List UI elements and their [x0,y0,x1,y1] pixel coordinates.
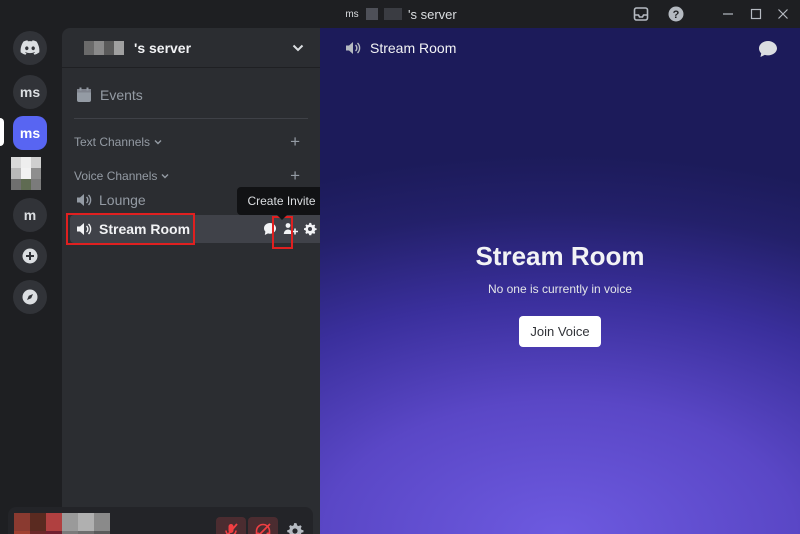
join-voice-button[interactable]: Join Voice [519,316,601,347]
blurred-server-icon[interactable] [11,157,41,190]
svg-text:?: ? [673,9,680,21]
highlight-box-channel [66,213,195,245]
voice-channel-title: Stream Room [475,241,645,271]
voice-status-text: No one is currently in voice [487,282,633,296]
highlight-box-invite [272,216,293,249]
voice-channels-category[interactable]: Voice Channels + [74,166,308,186]
discord-home-button[interactable] [13,31,47,65]
add-server-button[interactable] [13,239,47,273]
settings-gear-icon [287,523,304,534]
minimize-icon[interactable] [718,4,738,24]
discord-window: ms 's server ? ms ms m 's server Events … [0,0,800,534]
add-channel-icon[interactable]: + [290,132,300,152]
server-ms-2[interactable]: ms [13,116,47,150]
deafen-button[interactable] [248,517,278,534]
voice-channel-view: Stream Room Stream Room No one is curren… [320,28,800,534]
compass-icon [22,289,38,305]
muted-microphone-icon [225,523,238,534]
server-name: 's server [134,39,192,56]
chevron-down-icon [161,174,169,179]
settings-gear-icon[interactable] [302,221,318,237]
blurred-username [366,8,378,20]
window-title: ms 's server [344,6,457,22]
server-ms-1[interactable]: ms [13,75,47,109]
discord-logo-icon [20,40,40,55]
events-item[interactable]: Events [74,80,308,110]
text-channels-category[interactable]: Text Channels + [74,132,308,152]
calendar-icon [77,87,91,102]
close-icon[interactable] [773,4,793,24]
speaker-icon [346,42,361,54]
maximize-icon[interactable] [746,4,766,24]
blurred-username [384,8,402,20]
server-m[interactable]: m [13,198,47,232]
category-label: Voice Channels [74,169,158,183]
category-label: Text Channels [74,135,151,149]
server-header[interactable]: 's server [62,28,320,68]
add-icon [22,248,38,264]
channel-header: Stream Room [320,28,800,68]
server-rail: ms ms m [0,28,62,534]
blurred-server-owner [84,40,124,55]
channel-name: Lounge [99,192,146,208]
channel-header-name: Stream Room [370,40,457,56]
title-bar: ms 's server ? [0,0,800,28]
chevron-down-icon[interactable] [292,43,304,53]
divider [74,118,308,119]
inbox-icon[interactable] [631,4,651,24]
events-label: Events [100,87,143,103]
chevron-down-icon [154,140,162,145]
mute-button[interactable] [216,517,246,534]
blurred-user-avatar[interactable] [14,513,110,534]
speaker-icon [77,194,92,206]
create-invite-tooltip: Create Invite [237,187,326,220]
window-title-text: 's server [408,6,457,22]
deafened-headphones-icon [255,523,271,534]
chat-bubble-icon[interactable] [758,40,778,63]
explore-servers-button[interactable] [13,280,47,314]
add-channel-icon[interactable]: + [290,166,300,186]
active-server-indicator [0,118,4,146]
channel-sidebar: 's server Events Text Channels + Voice C… [8,28,326,534]
user-panel [8,507,313,534]
user-settings-button[interactable] [280,517,310,534]
help-icon[interactable]: ? [666,4,686,24]
server-icon: ms [345,8,359,20]
